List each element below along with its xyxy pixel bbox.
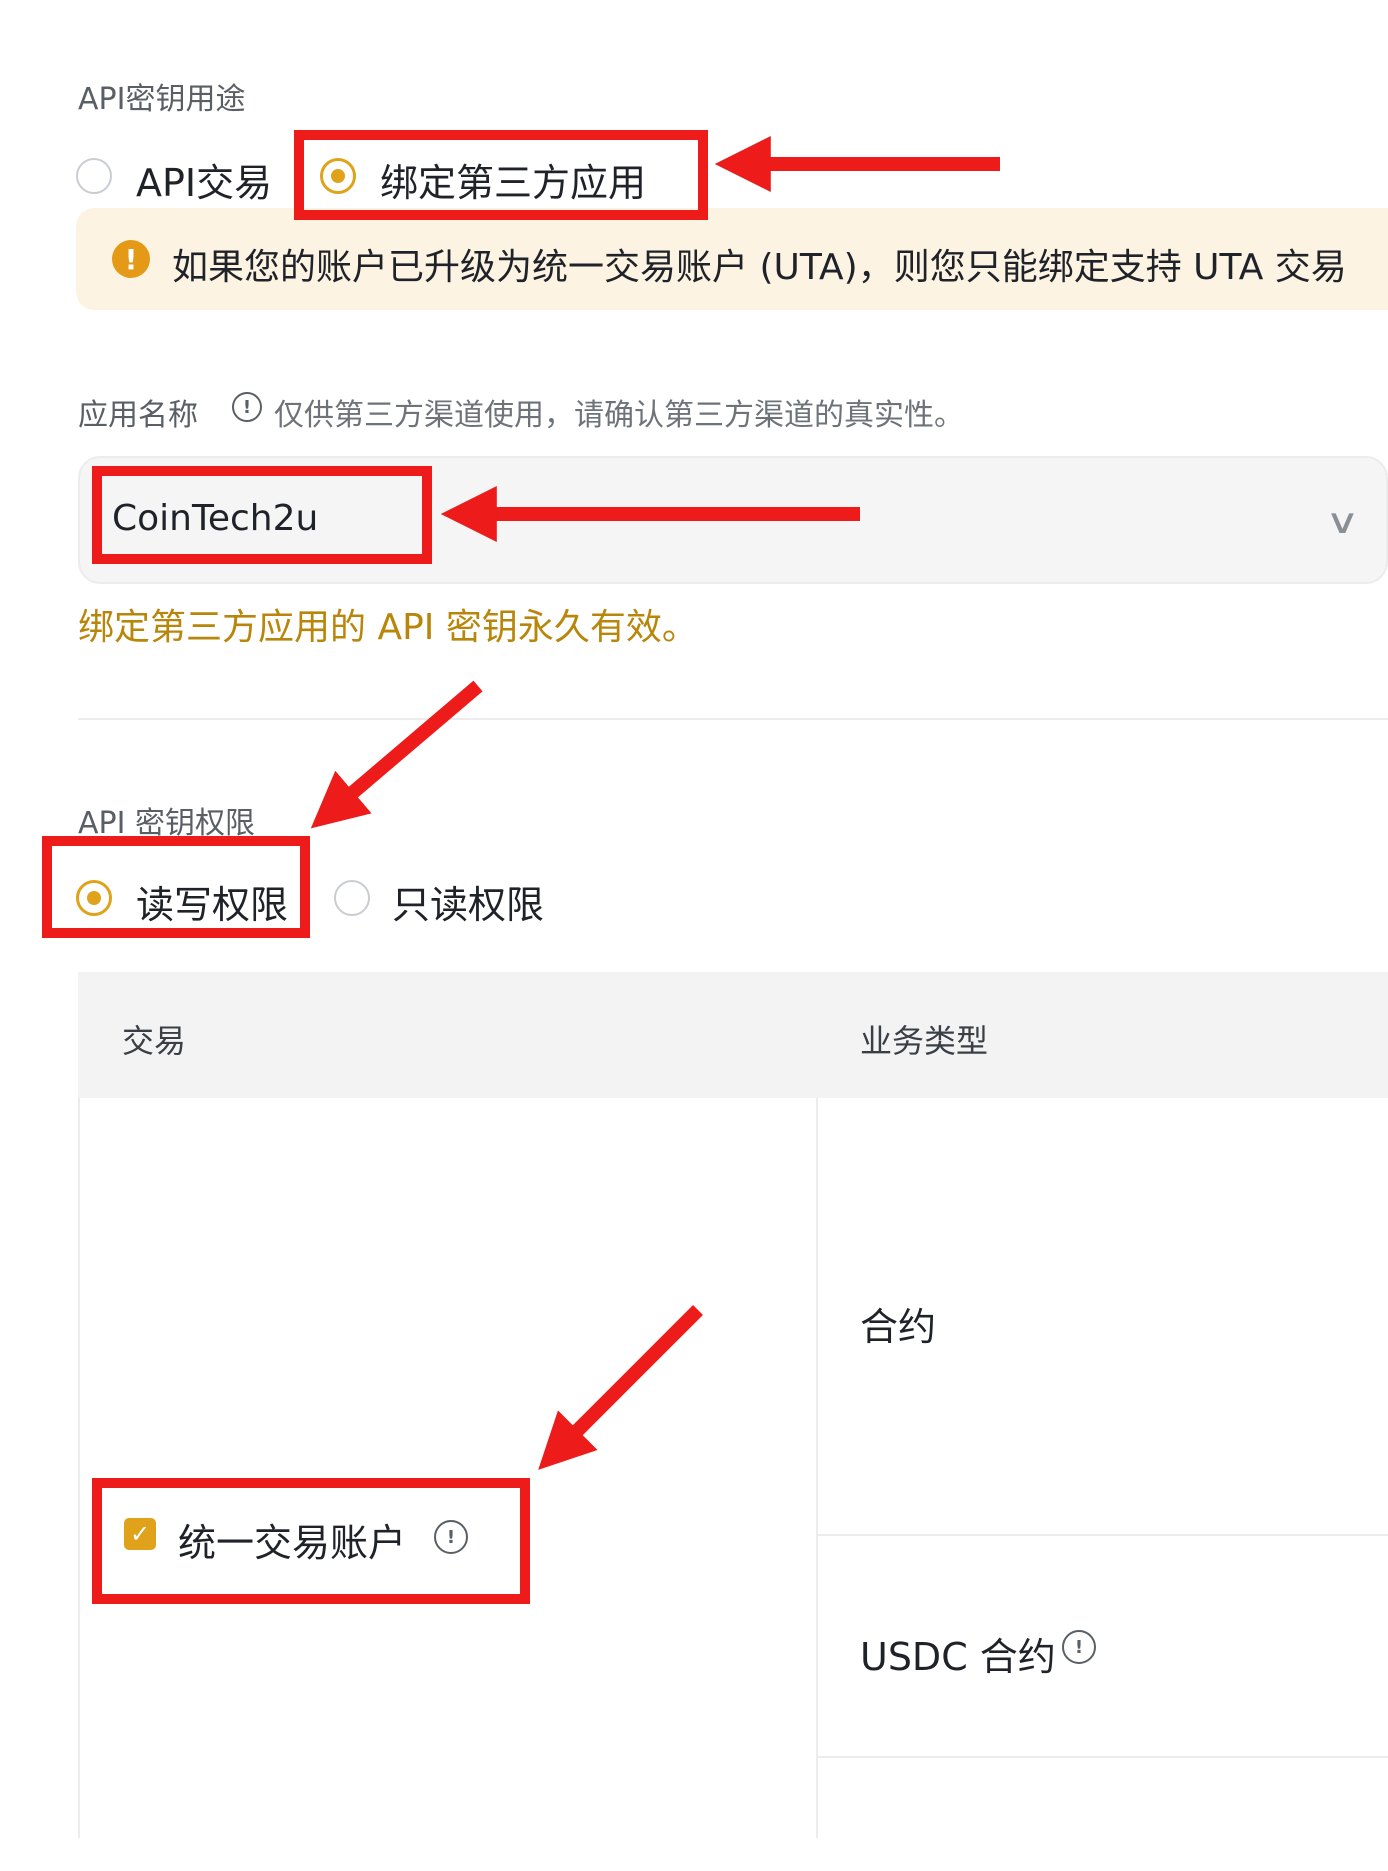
arrow-icon <box>538 1305 703 1470</box>
arrow-icon <box>310 680 483 829</box>
annotation-arrows <box>310 136 1000 1470</box>
